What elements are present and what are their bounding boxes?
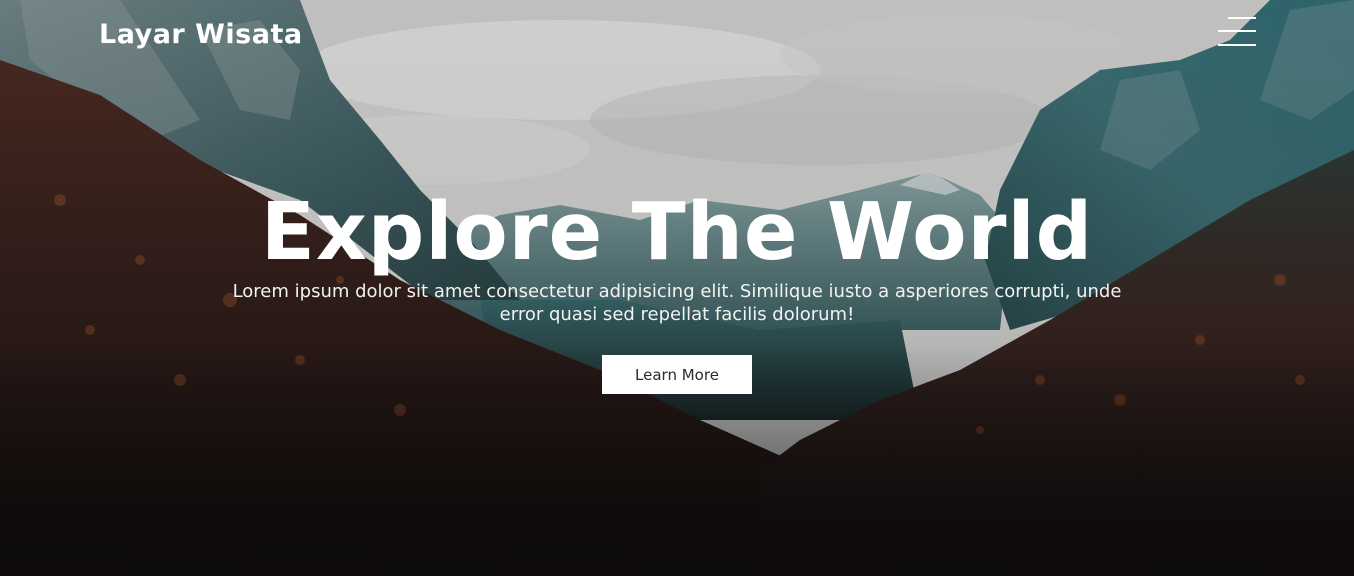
hero-title: Explore The World: [260, 186, 1094, 278]
brand-logo[interactable]: Layar Wisata: [99, 17, 303, 53]
menu-line: [1228, 17, 1256, 19]
learn-more-button[interactable]: Learn More: [602, 355, 752, 394]
menu-line: [1218, 44, 1256, 46]
hero-subtitle: Lorem ipsum dolor sit amet consectetur a…: [232, 281, 1122, 325]
hero-section: Layar Wisata Explore The World Lorem ips…: [0, 0, 1354, 576]
hamburger-menu-icon[interactable]: [1214, 15, 1256, 49]
menu-line: [1218, 30, 1256, 32]
